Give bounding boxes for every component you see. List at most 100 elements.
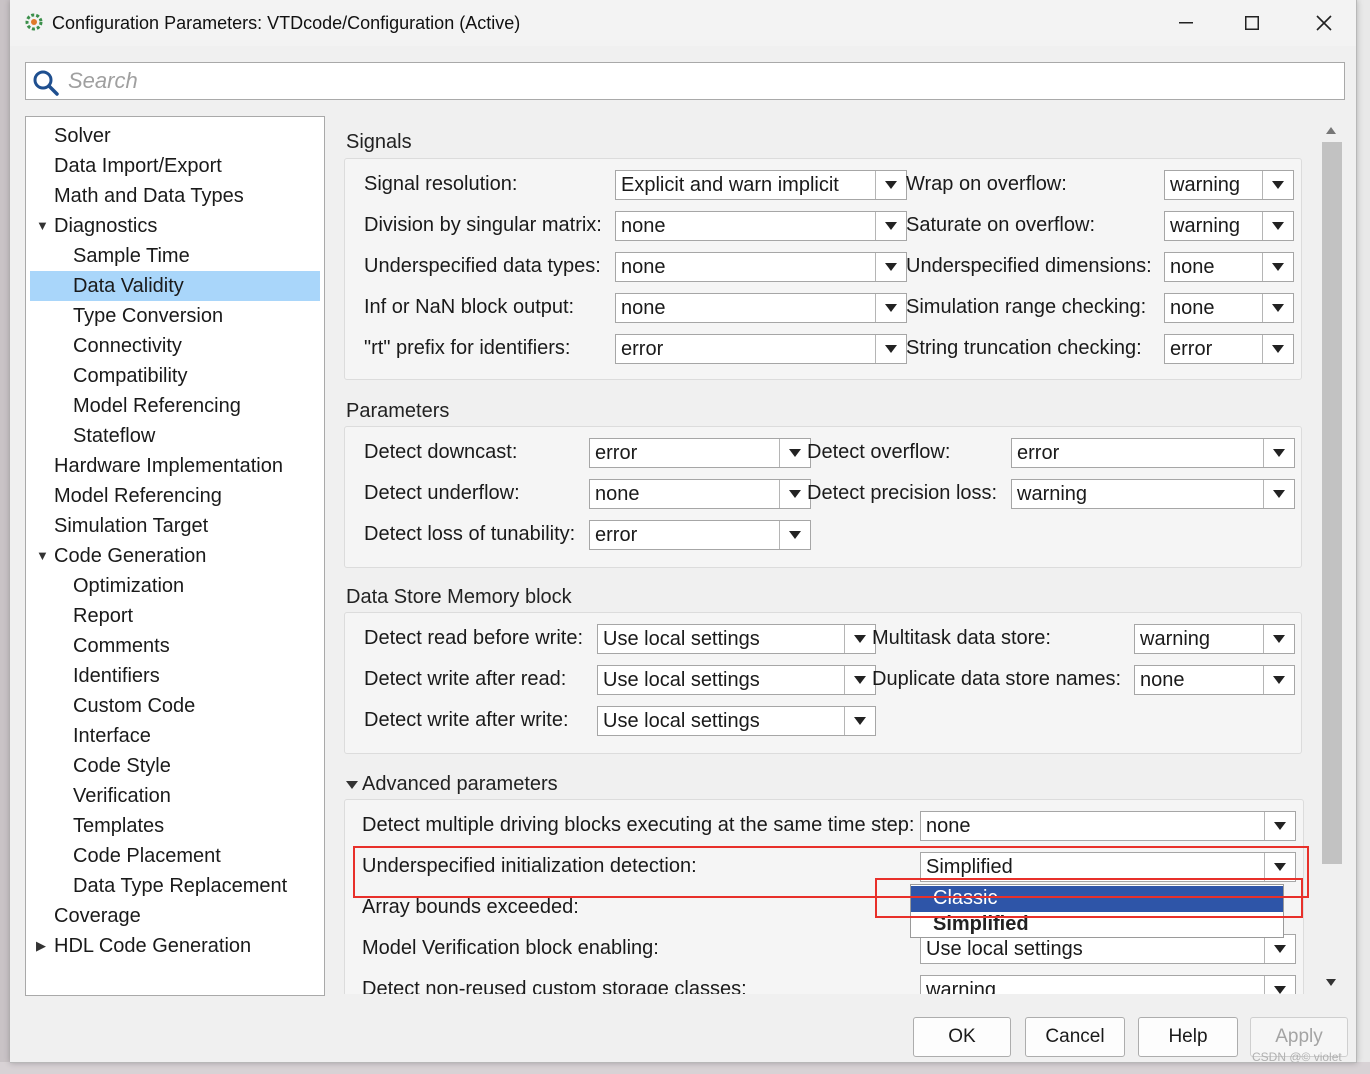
tree-item[interactable]: Solver [30,121,320,151]
dropdown-arrow[interactable] [1262,294,1293,322]
dropdown-arrow[interactable] [844,625,875,653]
dropdown-arrow[interactable] [844,707,875,735]
option-simplified[interactable]: Simplified [911,912,1283,938]
dropdown-select[interactable]: none [920,811,1296,841]
dropdown-select[interactable]: Use local settings [920,934,1296,964]
tree-item[interactable]: Data Type Replacement [30,871,320,901]
dropdown-arrow[interactable] [1264,812,1295,840]
tree-item[interactable]: Report [30,601,320,631]
tree-item[interactable]: Hardware Implementation [30,451,320,481]
chevron-down-icon [1273,635,1285,643]
dropdown-select[interactable]: error [589,520,811,550]
tree-item[interactable]: Math and Data Types [30,181,320,211]
tree-item[interactable]: Data Import/Export [30,151,320,181]
dropdown-arrow[interactable] [875,335,906,363]
dropdown-arrow[interactable] [1264,853,1295,881]
dropdown-arrow[interactable] [875,212,906,240]
dropdown-select[interactable]: error [615,334,907,364]
caret-down-icon[interactable]: ▼ [36,211,49,241]
dropdown-arrow[interactable] [779,521,810,549]
scroll-thumb[interactable] [1322,142,1342,864]
dropdown-select[interactable]: warning [1164,170,1294,200]
dropdown-select[interactable]: none [615,293,907,323]
dropdown-arrow[interactable] [1262,253,1293,281]
dropdown-select[interactable]: warning [1011,479,1295,509]
dropdown-arrow[interactable] [844,666,875,694]
dropdown-select[interactable]: none [615,252,907,282]
dropdown-arrow[interactable] [875,253,906,281]
tree-item[interactable]: Optimization [30,571,320,601]
dropdown-select[interactable]: none [615,211,907,241]
dropdown-select[interactable]: error [1011,438,1295,468]
scroll-up-button[interactable] [1320,120,1342,140]
maximize-button[interactable] [1222,0,1282,46]
dropdown-arrow[interactable] [779,480,810,508]
dropdown-select[interactable]: none [589,479,811,509]
tree-item[interactable]: Comments [30,631,320,661]
minimize-button[interactable] [1156,0,1216,46]
dropdown-select[interactable]: error [589,438,811,468]
tree-item[interactable]: Connectivity [30,331,320,361]
dropdown-arrow[interactable] [1264,935,1295,963]
tree-item[interactable]: Templates [30,811,320,841]
dropdown-arrow[interactable] [1264,976,1295,994]
dropdown-arrow[interactable] [1263,439,1294,467]
tree-item[interactable]: Data Validity [30,271,320,301]
tree-item[interactable]: ▼ Diagnostics [30,211,320,241]
tree-item-label: Code Placement [73,845,221,867]
dropdown-select[interactable]: Use local settings [597,665,876,695]
scroll-up-icon [1326,126,1336,134]
tree-item[interactable]: Stateflow [30,421,320,451]
caret-right-icon[interactable]: ▶ [36,931,46,961]
dropdown-arrow[interactable] [875,171,906,199]
tree-item[interactable]: Coverage [30,901,320,931]
dropdown-select[interactable]: none [1134,665,1295,695]
advanced-heading[interactable]: Advanced parameters [346,773,558,796]
dropdown-arrow[interactable] [1263,480,1294,508]
dropdown-arrow[interactable] [1262,171,1293,199]
tree-item[interactable]: Verification [30,781,320,811]
dropdown-select[interactable]: Use local settings [597,624,876,654]
help-button[interactable]: Help [1138,1017,1238,1057]
dropdown-select[interactable]: none [1164,293,1294,323]
dropdown-value: error [1017,442,1060,464]
dropdown-arrow[interactable] [1262,212,1293,240]
dropdown-arrow[interactable] [779,439,810,467]
dropdown-select[interactable]: Explicit and warn implicit [615,170,907,200]
tree-item[interactable]: Model Referencing [30,391,320,421]
tree-item[interactable]: Interface [30,721,320,751]
tree-item[interactable]: Code Placement [30,841,320,871]
dropdown-arrow[interactable] [1263,666,1294,694]
tree-item[interactable]: Type Conversion [30,301,320,331]
search-input[interactable] [66,65,1330,97]
ok-button[interactable]: OK [913,1017,1011,1057]
dropdown-arrow[interactable] [1262,335,1293,363]
dropdown-select[interactable]: warning [1164,211,1294,241]
tree-item[interactable]: Compatibility [30,361,320,391]
tree-item[interactable]: ▶ HDL Code Generation [30,931,320,961]
option-classic[interactable]: Classic [911,886,1283,912]
cancel-button[interactable]: Cancel [1025,1017,1125,1057]
tree-item[interactable]: Model Referencing [30,481,320,511]
chevron-down-icon [1272,345,1284,353]
dropdown-select[interactable]: warning [1134,624,1295,654]
tree-item[interactable]: Code Style [30,751,320,781]
dropdown-select[interactable]: Simplified [920,852,1296,882]
dropdown-select[interactable]: warning [920,975,1296,994]
tree-item[interactable]: ▼ Code Generation [30,541,320,571]
dropdown-arrow[interactable] [1263,625,1294,653]
tree-item[interactable]: Sample Time [30,241,320,271]
dropdown-select[interactable]: Use local settings [597,706,876,736]
tree-item[interactable]: Simulation Target [30,511,320,541]
scroll-down-button[interactable] [1320,972,1342,992]
close-button[interactable] [1294,0,1354,46]
dropdown-select[interactable]: error [1164,334,1294,364]
title-bar[interactable]: Configuration Parameters: VTDcode/Config… [10,0,1356,46]
vertical-scrollbar[interactable] [1320,118,1342,994]
dropdown-arrow[interactable] [875,294,906,322]
caret-down-icon[interactable]: ▼ [36,541,49,571]
option-simplified-label: Simplified [933,913,1029,935]
dropdown-select[interactable]: none [1164,252,1294,282]
tree-item[interactable]: Custom Code [30,691,320,721]
tree-item[interactable]: Identifiers [30,661,320,691]
